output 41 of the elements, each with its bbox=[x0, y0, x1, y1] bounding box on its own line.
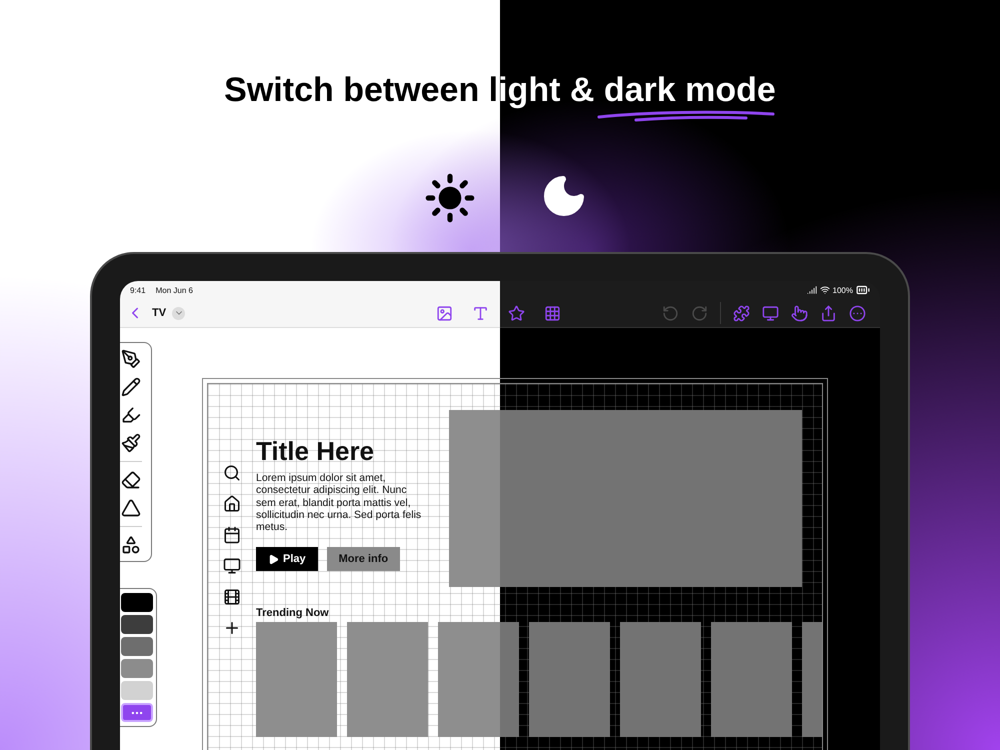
pointer-icon[interactable] bbox=[791, 304, 808, 322]
add-icon bbox=[223, 619, 241, 637]
play-icon bbox=[268, 554, 279, 565]
wifi-icon bbox=[820, 285, 830, 295]
grid-icon[interactable] bbox=[544, 304, 562, 322]
brush-icon[interactable] bbox=[121, 433, 141, 453]
document-title: TV bbox=[152, 307, 166, 319]
monitor-icon[interactable] bbox=[762, 304, 779, 322]
puzzle-icon[interactable] bbox=[733, 304, 750, 322]
status-time: 9:41 bbox=[130, 286, 146, 294]
play-button[interactable]: Play bbox=[256, 547, 318, 572]
color-swatch[interactable] bbox=[121, 659, 153, 678]
tv-icon bbox=[223, 557, 241, 575]
share-icon[interactable] bbox=[820, 304, 837, 322]
color-swatch[interactable] bbox=[121, 615, 153, 634]
eraser-icon[interactable] bbox=[121, 470, 141, 490]
color-swatch[interactable] bbox=[121, 637, 153, 656]
wireframe-title: Title Here bbox=[256, 436, 376, 466]
status-date: Mon Jun 6 bbox=[156, 286, 193, 294]
marker-icon[interactable] bbox=[121, 405, 141, 425]
pen-icon[interactable] bbox=[121, 349, 141, 369]
shapes-icon[interactable] bbox=[121, 535, 141, 555]
battery-percent: 100% bbox=[832, 286, 853, 294]
film-icon bbox=[223, 588, 241, 606]
pencil-icon[interactable] bbox=[121, 377, 141, 397]
signal-icon bbox=[806, 285, 817, 295]
color-swatch[interactable] bbox=[121, 593, 153, 612]
star-icon[interactable] bbox=[508, 304, 526, 322]
calendar-icon bbox=[223, 526, 241, 544]
more-icon[interactable] bbox=[849, 304, 866, 322]
sun-icon bbox=[424, 172, 476, 224]
battery-icon bbox=[856, 283, 870, 297]
dropdown-button[interactable] bbox=[172, 306, 186, 320]
search-icon bbox=[223, 464, 241, 482]
wireframe-body: Lorem ipsum dolor sit amet, consectetur adipiscing elit. Nunc sem erat, blandit porta mattis vel, sollicitudin nec urna. Sed porta felis metus. bbox=[256, 472, 422, 534]
more-colors-button[interactable] bbox=[121, 703, 153, 722]
section-heading: Trending Now bbox=[256, 607, 330, 619]
color-swatch[interactable] bbox=[121, 681, 153, 700]
info-button[interactable]: More info bbox=[326, 547, 400, 572]
image-icon[interactable] bbox=[436, 304, 454, 322]
home-icon bbox=[223, 495, 241, 513]
